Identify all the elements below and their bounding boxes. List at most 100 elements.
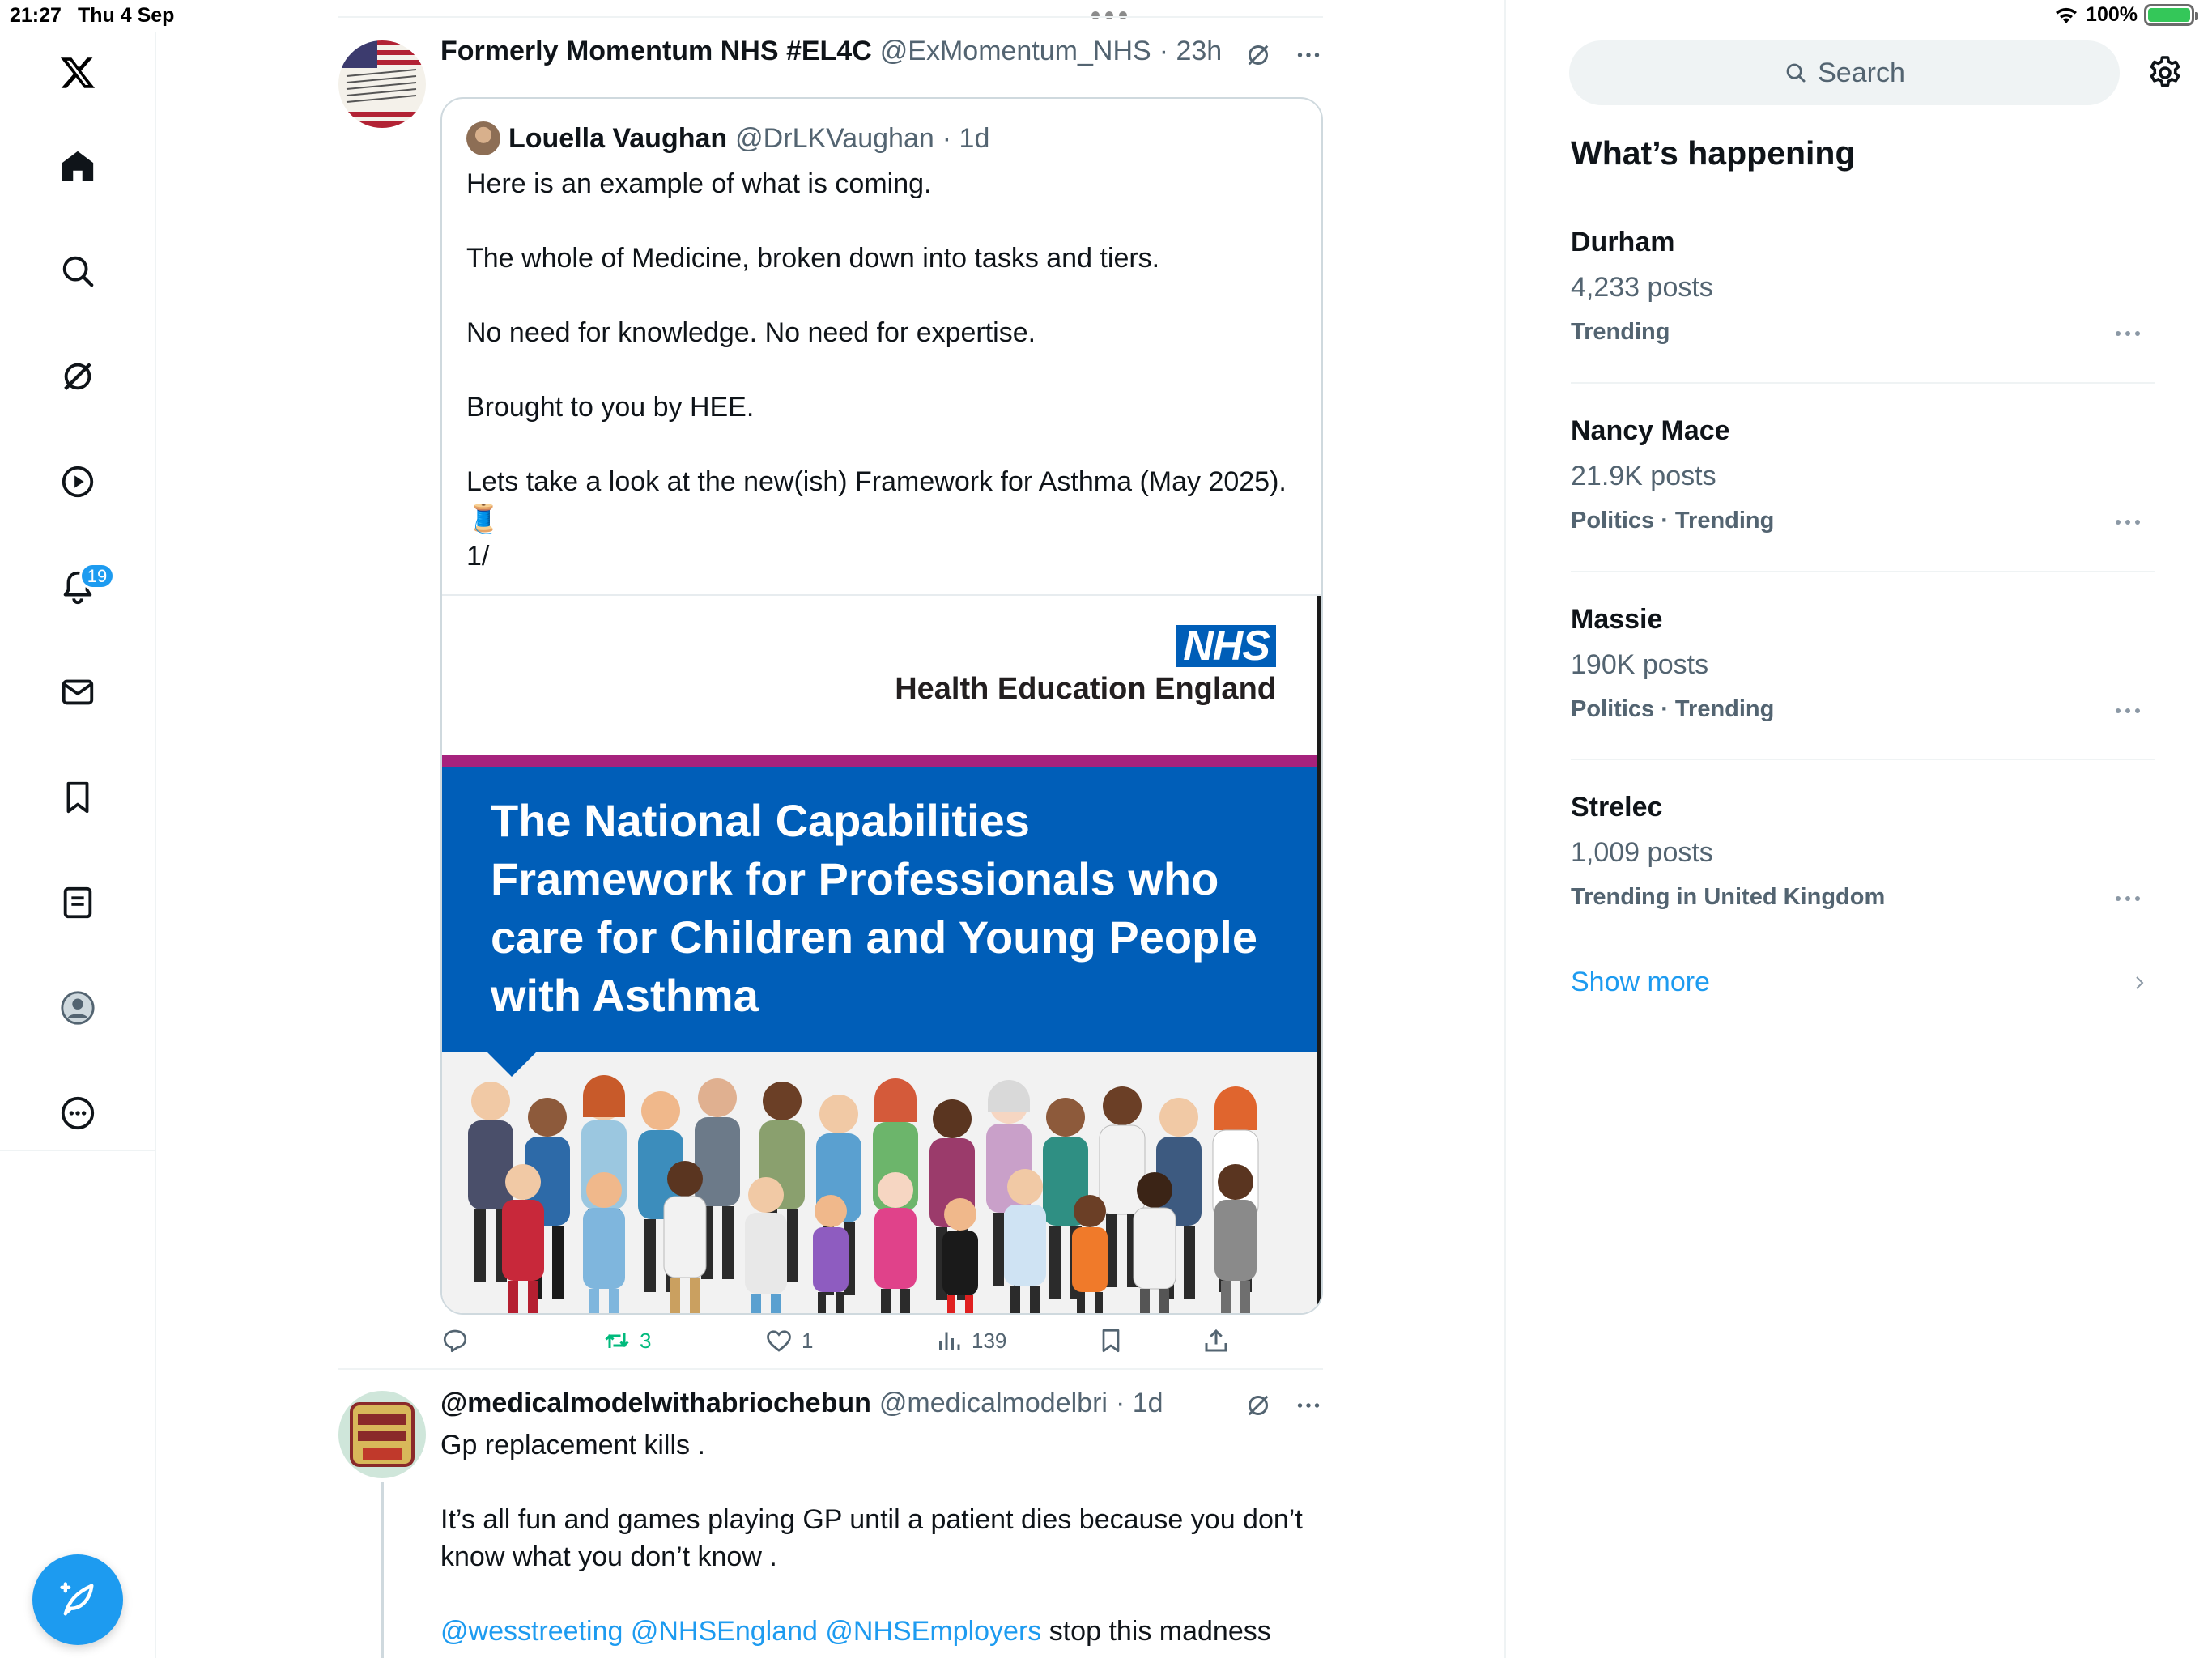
share-icon [1205,1329,1227,1352]
trend-meta: Trending in United Kingdom [1571,884,1886,910]
trend-name: Durham [1571,227,1675,257]
nav-grok[interactable] [45,344,110,409]
tweet[interactable]: Formerly Momentum NHS #EL4C @ExMomentum_… [338,16,1323,1370]
trend-name: Strelec [1571,792,1663,823]
tweet-avatar[interactable] [338,1391,426,1478]
trend-divider [1571,382,2155,384]
trend-count: 21.9K posts [1571,461,1716,491]
compose-feather-icon [60,1582,94,1616]
mention-tail: stop this madness [1041,1616,1271,1647]
people-illustration [442,1052,1317,1313]
search-placeholder: Search [1818,57,1905,88]
grok-icon[interactable] [1244,40,1273,70]
bookmark-button[interactable] [1096,1326,1125,1355]
text-line: Brought to you by HEE. [466,392,755,423]
nav-home[interactable] [45,134,110,198]
image-org-name: Health Education England [895,672,1276,706]
share-button[interactable] [1202,1326,1231,1355]
reply-button[interactable] [440,1326,478,1355]
avatar-icon [61,991,95,1025]
nav-notifications[interactable]: 19 [45,555,115,619]
tweet-time[interactable]: · 23h [1159,36,1223,67]
tweet[interactable]: @medicalmodelwithabriochebun @medicalmod… [338,1370,1323,1658]
mention-link[interactable]: @NHSEmployers [825,1616,1041,1647]
author-handle[interactable]: @medicalmodelbri [879,1388,1108,1419]
more-icon[interactable] [1294,1391,1323,1420]
more-icon [2116,331,2140,336]
trend-name: Nancy Mace [1571,415,1730,446]
like-button[interactable]: 1 [764,1326,813,1355]
trend-meta: Politics · Trending [1571,508,1775,534]
text-line: The whole of Medicine, broken down into … [466,243,1160,274]
notifications-badge: 19 [79,563,115,589]
nav-bookmarks[interactable] [45,765,110,830]
nhs-logo: NHS [1176,625,1276,667]
search-icon [1786,63,1806,83]
tweet-header-actions [1244,40,1323,70]
quoted-tweet-time: · 1d [942,122,990,154]
settings-gear-icon[interactable] [2146,53,2184,92]
like-count: 1 [802,1328,814,1353]
chevron-right-icon [2136,976,2144,989]
tweet-time[interactable]: · 1d [1116,1388,1163,1419]
quoted-author-handle: @DrLKVaughan [735,122,934,154]
trend-meta: Trending [1571,319,1670,345]
tweet-image[interactable]: NHS Health Education England The Nationa… [442,594,1321,1313]
show-more-link[interactable]: Show more [1571,967,2155,1007]
trend-item[interactable]: Strelec 1,009 posts Trending in United K… [1571,792,2155,980]
avatar [338,1391,426,1478]
trend-meta: Politics · Trending [1571,696,1775,722]
nav-video[interactable] [45,449,110,514]
trend-more-button[interactable] [2112,882,2144,915]
quoted-tweet[interactable]: Louella Vaughan @DrLKVaughan · 1d Here i… [440,97,1323,1315]
nav-more[interactable] [45,1081,110,1146]
trend-item[interactable]: Massie 190K posts Politics · Trending [1571,604,2155,792]
more-icon [2116,896,2140,901]
grok-icon[interactable] [1244,1391,1273,1420]
more-icon[interactable] [1294,40,1323,70]
text-line: It’s all fun and games playing GP until … [440,1504,1303,1572]
image-edge [1317,596,1321,1313]
trend-more-button[interactable] [2112,695,2144,727]
left-nav: 19 [0,32,156,1658]
image-title-panel: The National Capabilities Framework for … [442,767,1317,1052]
nav-messages[interactable] [45,660,110,725]
trend-more-button[interactable] [2112,506,2144,538]
text-line: Gp replacement kills . [440,1430,705,1460]
bookmark-icon [66,781,89,814]
tweet-avatar[interactable] [338,40,426,128]
nav-lists[interactable] [45,870,110,935]
views-icon [939,1332,960,1350]
mentions-line: @wesstreeting @NHSEngland @NHSEmployers … [440,1613,1323,1650]
trend-item[interactable]: Nancy Mace 21.9K posts Politics · Trendi… [1571,415,2155,603]
x-logo-button[interactable] [45,40,110,105]
avatar [338,40,426,128]
more-circle-icon [61,1096,95,1130]
mention-link[interactable]: @wesstreeting [440,1616,623,1647]
more-icon [2116,520,2140,525]
trend-item[interactable]: Durham 4,233 posts Trending [1571,227,2155,414]
quoted-tweet-text: Here is an example of what is coming. Th… [466,165,1308,575]
author-handle[interactable]: @ExMomentum_NHS [880,36,1151,67]
heart-icon [767,1330,791,1352]
mention-link[interactable]: @NHSEngland [631,1616,818,1647]
views-button[interactable]: 139 [934,1326,1006,1355]
search-input[interactable]: Search [1569,40,2120,105]
text-line: 1/ [466,541,490,572]
compose-button[interactable] [32,1554,123,1645]
nav-explore[interactable] [45,239,110,304]
trend-count: 190K posts [1571,649,1709,680]
retweet-count: 3 [640,1328,652,1353]
tweet-header: @medicalmodelwithabriochebun @medicalmod… [440,1388,1163,1419]
nav-profile[interactable] [45,976,110,1040]
author-name[interactable]: Formerly Momentum NHS #EL4C [440,36,872,67]
status-time: 21:27 [10,4,62,27]
text-line: Lets take a look at the new(ish) Framewo… [466,466,1287,497]
list-icon [63,886,92,919]
author-name[interactable]: @medicalmodelwithabriochebun [440,1388,871,1419]
nav-divider [0,1150,156,1151]
reply-icon [443,1329,467,1353]
trend-divider [1571,759,2155,760]
trend-more-button[interactable] [2112,317,2144,350]
retweet-button[interactable]: 3 [602,1326,651,1355]
